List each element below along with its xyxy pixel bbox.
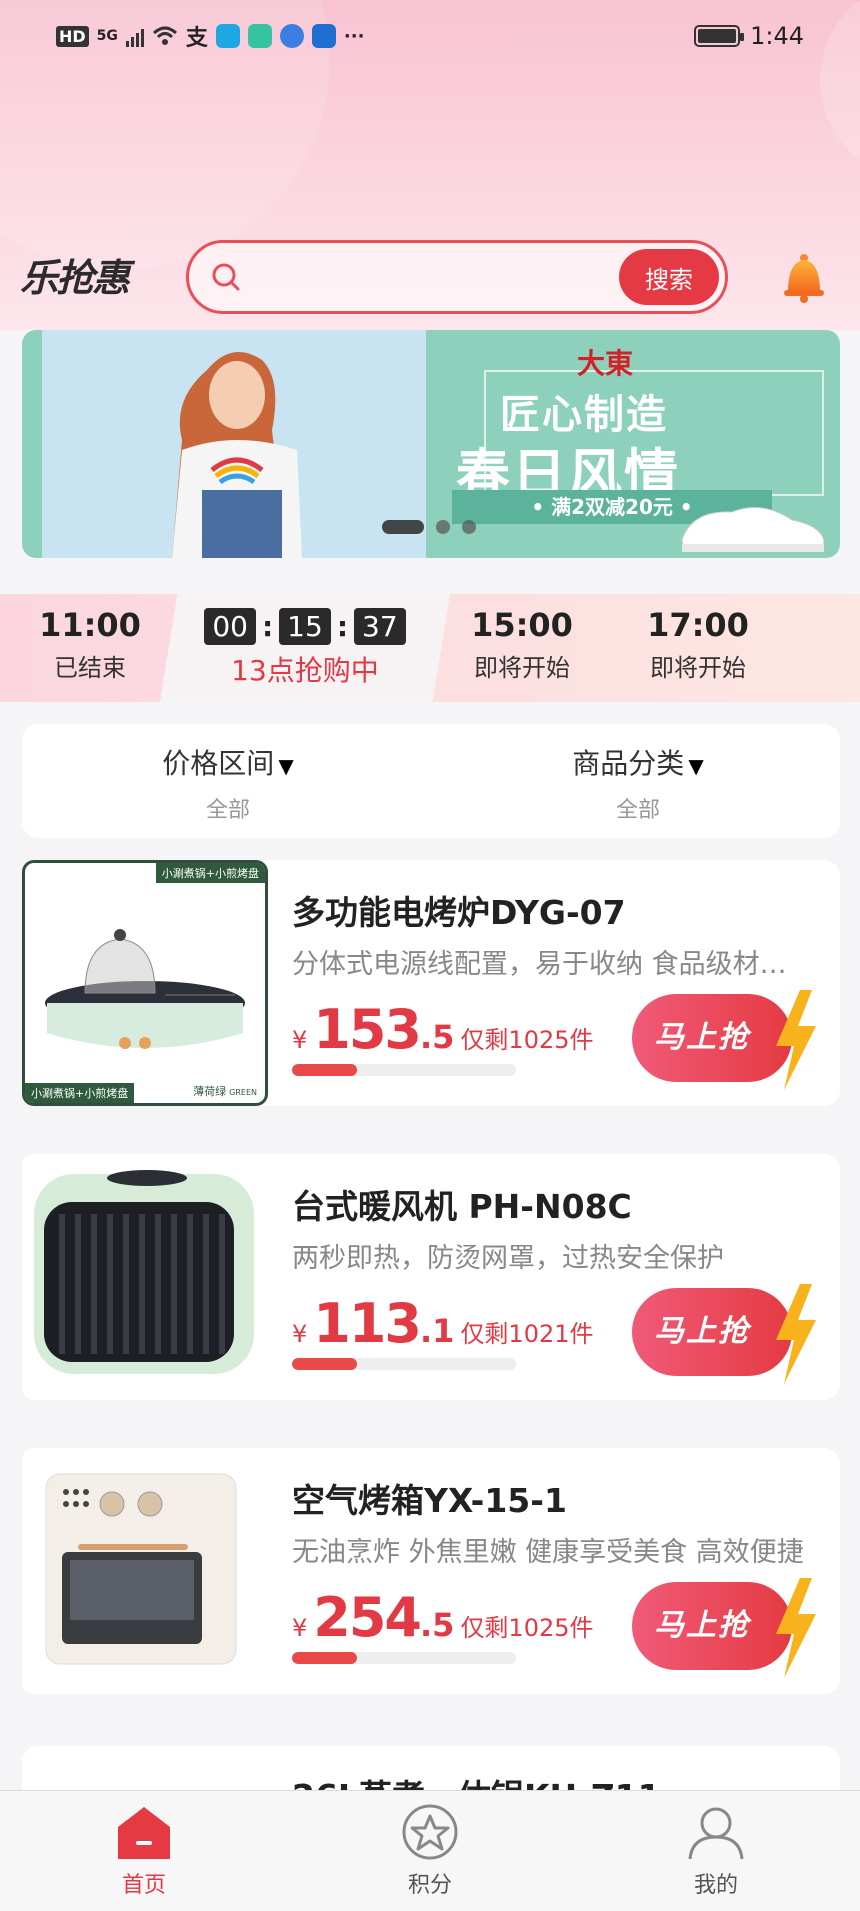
filter-value: 全部 [205,798,250,823]
product-name: 多功能电烤炉DYG-07 [292,893,626,932]
product-image: 小涮煮锅+小煎烤盘 小涮煮锅+小煎烤盘 薄荷绿 GREEN [22,860,268,1106]
points-star-icon [402,1804,458,1860]
nav-home[interactable]: 首页 [84,1803,204,1899]
filter-value: 全部 [615,798,660,823]
dropdown-arrow-icon: ▼ [278,754,294,778]
notification-bell-icon[interactable] [780,252,828,304]
wifi-icon [152,26,177,45]
flash-sale-timebar: 11:00 已结束 00 : 15 : 37 13点抢购中 15:00 即将开始… [0,594,860,702]
sales-progress-bar [292,1358,516,1370]
nav-label: 首页 [121,1873,166,1898]
image-color-label-en: GREEN [229,1088,257,1097]
slot-time: 11:00 [39,606,141,644]
slot-status: 即将开始 [474,654,570,682]
more-notifications-icon: ··· [343,25,365,47]
time-slot-1700[interactable]: 17:00 即将开始 [628,594,768,702]
product-price: ¥ 254 .5 仅剩1025件 [292,1586,594,1649]
carousel-dot-1[interactable] [382,520,424,534]
product-name: 空气烤箱YX-15-1 [292,1481,567,1520]
app-notification-icon [215,24,240,48]
browser-notification-icon [279,24,304,48]
carousel-indicator [382,520,476,534]
nav-label: 我的 [693,1873,738,1898]
product-desc: 无油烹炸 外焦里嫩 健康享受美食 高效便捷 [292,1537,804,1568]
product-image [22,1154,268,1400]
image-color-label: 薄荷绿 [193,1085,227,1098]
nav-profile[interactable]: 我的 [656,1803,776,1899]
model-photo [172,352,302,558]
clock: 1:44 [750,22,804,50]
time-slot-1500[interactable]: 15:00 即将开始 [452,594,592,702]
countdown-seconds: 37 [354,608,406,645]
banner-brand: 大東 [577,347,634,380]
promo-banner[interactable]: 大東 匠心制造 春日风情 • 满2双减20元 • [22,330,840,558]
lightning-icon [776,1284,816,1384]
countdown-hours: 00 [204,608,256,645]
carousel-dot-2[interactable] [436,520,450,534]
time-slot-1100[interactable]: 11:00 已结束 [20,594,160,702]
product-desc: 两秒即热，防烫网罩，过热安全保护 [292,1243,724,1274]
product-card[interactable]: 台式暖风机 PH-N08C 两秒即热，防烫网罩，过热安全保护 ¥ 113 .1 … [22,1154,840,1400]
nav-points[interactable]: 积分 [370,1803,490,1899]
countdown-minutes: 15 [279,608,331,645]
sneaker-image [681,507,825,552]
filter-bar: 价格区间 ▼ 全部 商品分类 ▼ 全部 [22,724,840,838]
product-image [22,1448,268,1694]
image-tag-bottom: 小涮煮锅+小煎烤盘 [25,1083,135,1103]
signal-icon [125,25,144,47]
slot-time: 15:00 [471,606,573,644]
bottom-nav: 首页 积分 我的 [0,1790,860,1911]
price-range-filter[interactable]: 价格区间 ▼ 全部 [78,742,378,824]
countdown-timer: 00 : 15 : 37 [160,608,450,645]
dropdown-arrow-icon: ▼ [688,754,704,778]
filter-title: 商品分类 [572,747,685,780]
slot-status: 即将开始 [650,654,746,682]
category-filter[interactable]: 商品分类 ▼ 全部 [488,742,788,824]
network-type: 5G [96,28,118,44]
buy-now-button[interactable]: 马上抢 [632,1578,818,1678]
active-slot-status: 13点抢购中 [231,654,379,687]
stock-remaining: 仅剩1021件 [460,1320,594,1348]
battery-icon [694,25,745,47]
lightning-icon [776,990,816,1090]
sales-progress-bar [292,1064,516,1076]
app-logo: 乐抢惠 [20,255,130,300]
buy-now-button[interactable]: 马上抢 [632,1284,818,1384]
alipay-icon: 支 [185,26,208,51]
status-bar: HD 5G 支 ··· 1:44 [0,0,860,72]
product-price: ¥ 153 .5 仅剩1025件 [292,998,594,1061]
search-icon [212,263,240,291]
product-card[interactable]: 小涮煮锅+小煎烤盘 小涮煮锅+小煎烤盘 薄荷绿 GREEN 多功能电烤炉DYG-… [22,860,840,1106]
product-name: 台式暖风机 PH-N08C [292,1187,632,1226]
stock-remaining: 仅剩1025件 [460,1026,594,1054]
time-slot-active[interactable]: 00 : 15 : 37 13点抢购中 [160,594,450,702]
search-bar[interactable]: 搜索 [186,240,728,314]
sales-progress-bar [292,1652,516,1664]
product-desc: 分体式电源线配置，易于收纳 食品级材质，安全健康 [292,949,812,980]
user-icon [688,1807,744,1860]
filter-title: 价格区间 [162,747,275,780]
hd-indicator: HD [56,25,89,47]
search-input[interactable] [253,253,553,303]
nav-label: 积分 [407,1873,452,1898]
search-button[interactable]: 搜索 [619,249,719,305]
carousel-dot-3[interactable] [462,520,476,534]
slot-time: 17:00 [647,606,749,644]
slot-status: 已结束 [54,654,126,682]
home-icon [118,1807,170,1859]
product-price: ¥ 113 .1 仅剩1021件 [292,1292,594,1355]
buy-now-button[interactable]: 马上抢 [632,990,818,1090]
product-card[interactable]: 空气烤箱YX-15-1 无油烹炸 外焦里嫩 健康享受美食 高效便捷 ¥ 254 … [22,1448,840,1694]
nav-notification-icon [311,24,336,48]
lightning-icon [776,1578,816,1678]
chat-notification-icon [247,24,272,48]
stock-remaining: 仅剩1025件 [460,1614,594,1642]
